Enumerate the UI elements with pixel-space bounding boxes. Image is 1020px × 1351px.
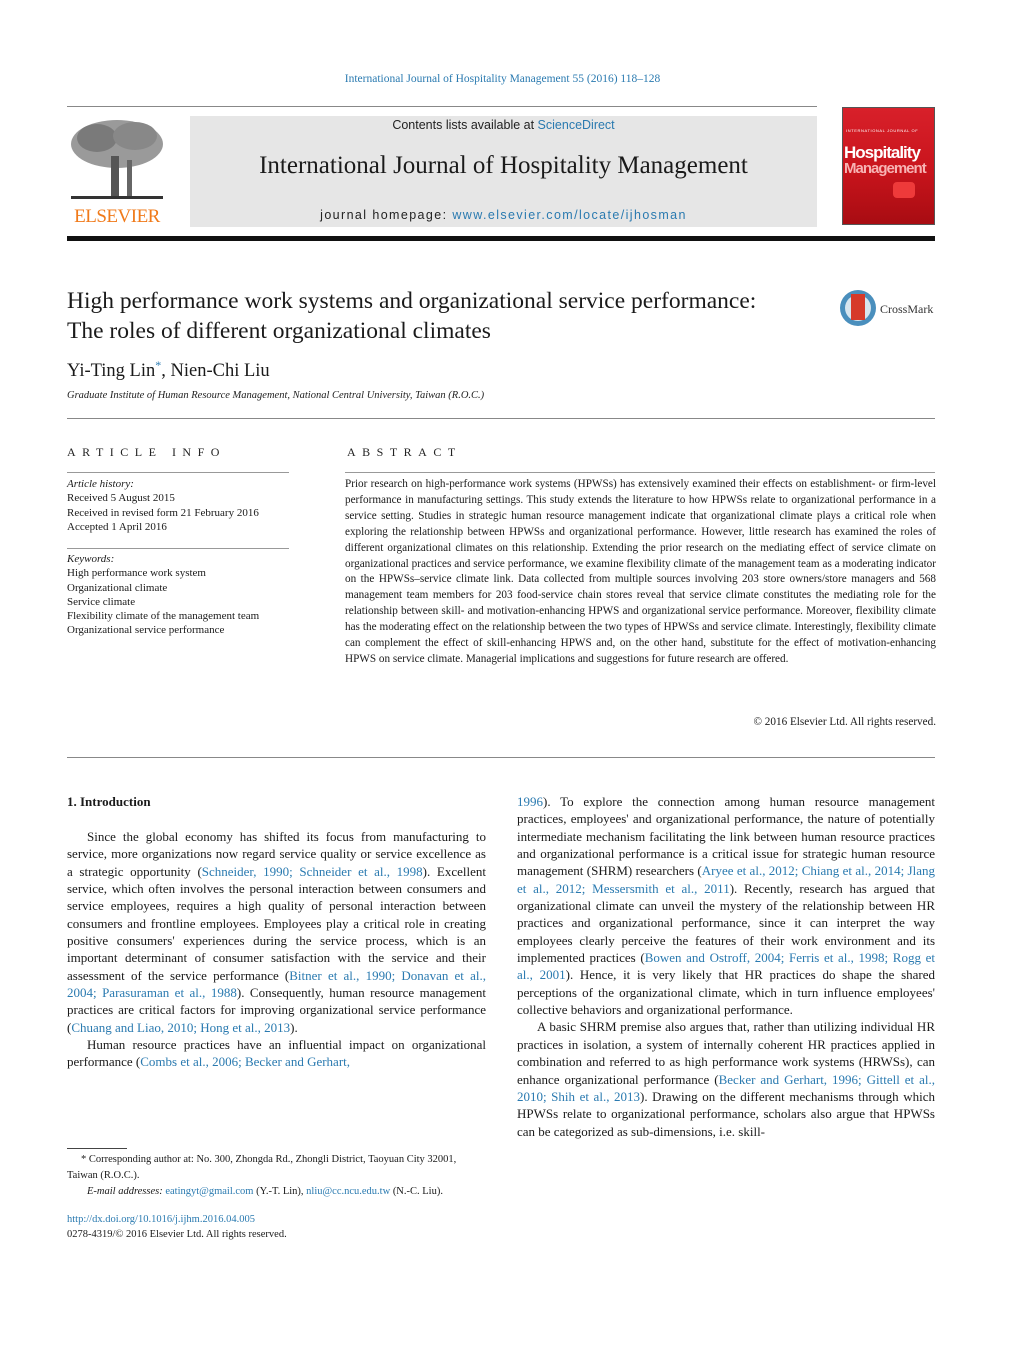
- footnote: * Corresponding author at: No. 300, Zhon…: [67, 1152, 487, 1200]
- cover-word-management: Management: [844, 160, 927, 177]
- crossmark-icon: [840, 290, 876, 326]
- doi-block: http://dx.doi.org/10.1016/j.ijhm.2016.04…: [67, 1212, 287, 1242]
- journal-cover[interactable]: INTERNATIONAL JOURNAL OF Hospitality Man…: [842, 107, 935, 225]
- doi-link[interactable]: http://dx.doi.org/10.1016/j.ijhm.2016.04…: [67, 1214, 255, 1225]
- author-separator: ,: [161, 361, 171, 382]
- author-list: Yi-Ting Lin*, Nien-Chi Liu: [67, 358, 270, 382]
- keyword-item: Service climate: [67, 595, 136, 608]
- author-name: Nien-Chi Liu: [170, 361, 270, 382]
- header-thick-rule: [67, 236, 935, 241]
- abstract-copyright: © 2016 Elsevier Ltd. All rights reserved…: [753, 716, 937, 728]
- keyword-item: Flexibility climate of the management te…: [67, 610, 260, 623]
- abstract-text: Prior research on high-performance work …: [345, 478, 936, 665]
- journal-title: International Journal of Hospitality Man…: [259, 152, 748, 179]
- paragraph: Human resource practices have an influen…: [67, 1036, 486, 1071]
- text: ).: [290, 1019, 298, 1035]
- header-rule: [67, 106, 817, 107]
- keywords: Keywords: High performance work system O…: [67, 552, 297, 638]
- homepage-prefix: journal homepage:: [320, 208, 453, 222]
- corresponding-author-note: * Corresponding author at: No. 300, Zhon…: [67, 1152, 487, 1184]
- homepage-line: journal homepage: www.elsevier.com/locat…: [190, 208, 817, 222]
- article-info-heading: ARTICLE INFO: [67, 445, 226, 459]
- history-label: Article history:: [67, 478, 134, 490]
- crossmark-badge[interactable]: CrossMark: [840, 290, 940, 330]
- contents-line: Contents lists available at ScienceDirec…: [190, 118, 817, 132]
- elsevier-logo[interactable]: ELSEVIER: [67, 116, 167, 228]
- puzzle-icon: [893, 182, 915, 198]
- text: ). Excellent service, which often involv…: [67, 863, 486, 983]
- divider: [67, 757, 935, 758]
- text: (Y.-T. Lin),: [253, 1186, 307, 1197]
- tree-icon: [71, 120, 163, 199]
- email-label: E-mail addresses:: [87, 1186, 166, 1197]
- divider: [67, 418, 935, 419]
- keyword-item: Organizational climate: [67, 581, 168, 594]
- footnote-rule: [67, 1148, 127, 1149]
- contents-prefix: Contents lists available at: [392, 118, 538, 132]
- section-heading-introduction: 1. Introduction: [67, 794, 151, 809]
- email-link[interactable]: eatingyt@gmail.com: [165, 1186, 253, 1197]
- running-head[interactable]: International Journal of Hospitality Man…: [0, 73, 1005, 85]
- body-column-right: 1996). To explore the connection among h…: [517, 793, 935, 1140]
- article-title: High performance work systems and organi…: [67, 288, 757, 344]
- cover-word-hospitality: Hospitality: [844, 143, 921, 162]
- keyword-item: Organizational service performance: [67, 624, 225, 637]
- cover-top-line: INTERNATIONAL JOURNAL OF: [846, 128, 919, 133]
- citation-link[interactable]: Schneider, 1990; Schneider et al., 1998: [202, 864, 423, 879]
- keywords-label: Keywords:: [67, 553, 115, 565]
- journal-banner: Contents lists available at ScienceDirec…: [190, 116, 817, 227]
- divider: [67, 548, 289, 549]
- citation-link[interactable]: Chuang and Liao, 2010; Hong et al., 2013: [71, 1020, 290, 1035]
- crossmark-label: CrossMark: [880, 302, 934, 316]
- email-link[interactable]: nliu@cc.ncu.edu.tw: [306, 1186, 390, 1197]
- affiliation: Graduate Institute of Human Resource Man…: [67, 390, 485, 401]
- paragraph: Since the global economy has shifted its…: [67, 828, 486, 1036]
- divider: [345, 472, 935, 473]
- homepage-link[interactable]: www.elsevier.com/locate/ijhosman: [452, 208, 686, 222]
- author-name: Yi-Ting Lin: [67, 361, 156, 382]
- email-note: E-mail addresses: eatingyt@gmail.com (Y.…: [67, 1184, 487, 1200]
- paragraph: A basic SHRM premise also argues that, r…: [517, 1018, 935, 1139]
- divider: [67, 472, 289, 473]
- abstract-heading: ABSTRACT: [347, 445, 462, 459]
- article-history: Article history: Received 5 August 2015 …: [67, 477, 297, 534]
- history-item: Received 5 August 2015: [67, 492, 175, 505]
- text: ). Hence, it is very likely that HR prac…: [517, 967, 936, 1018]
- keyword-item: High performance work system: [67, 567, 206, 580]
- citation-link[interactable]: 1996: [517, 794, 543, 809]
- body-column-left: Since the global economy has shifted its…: [67, 828, 486, 1071]
- issn-line: 0278-4319/© 2016 Elsevier Ltd. All right…: [67, 1229, 287, 1240]
- text: (N.-C. Liu).: [390, 1186, 443, 1197]
- text: Corresponding author at: No. 300, Zhongd…: [67, 1154, 457, 1181]
- elsevier-wordmark: ELSEVIER: [74, 206, 160, 227]
- history-item: Received in revised form 21 February 201…: [67, 506, 259, 519]
- citation-link[interactable]: Combs et al., 2006; Becker and Gerhart,: [140, 1054, 350, 1069]
- history-item: Accepted 1 April 2016: [67, 520, 167, 533]
- sciencedirect-link[interactable]: ScienceDirect: [538, 118, 615, 132]
- paragraph: 1996). To explore the connection among h…: [517, 793, 935, 1018]
